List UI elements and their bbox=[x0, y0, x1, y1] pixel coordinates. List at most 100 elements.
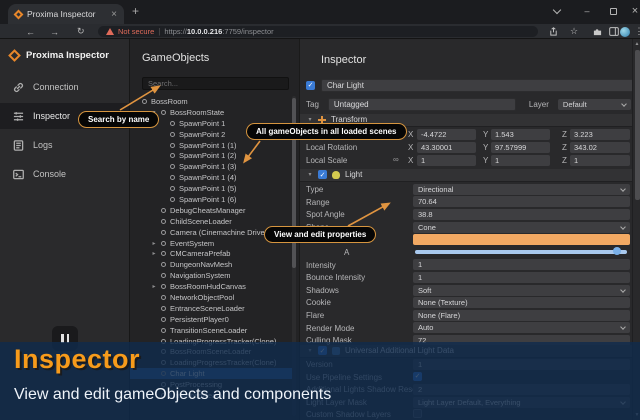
light-title: Light bbox=[345, 170, 362, 179]
tree-item[interactable]: PersistentPlayer0 bbox=[130, 314, 292, 325]
gameobject-icon bbox=[170, 197, 175, 202]
tree-item[interactable]: SpawnPoint 1 (5) bbox=[130, 183, 292, 194]
tutorial-overlay: Inspector View and edit gameObjects and … bbox=[0, 342, 640, 420]
tree-item[interactable]: SpawnPoint 1 (6) bbox=[130, 194, 292, 205]
share-icon[interactable] bbox=[546, 25, 560, 38]
tree-item[interactable]: EntranceSceneLoader bbox=[130, 303, 292, 314]
property-select[interactable]: Directional bbox=[413, 184, 630, 195]
gameobject-icon bbox=[161, 110, 166, 115]
tree-item[interactable]: ▸ CMCameraPrefab bbox=[130, 248, 292, 259]
expand-closed-icon[interactable]: ▸ bbox=[151, 283, 157, 290]
z-value-field[interactable]: 1 bbox=[570, 155, 630, 166]
gameobject-icon bbox=[161, 219, 166, 224]
link-scale-icon[interactable]: ∞ bbox=[393, 155, 399, 164]
tag-field[interactable] bbox=[328, 98, 516, 111]
property-value: 38.8 bbox=[418, 210, 433, 219]
tree-item-label: EntranceSceneLoader bbox=[170, 304, 245, 313]
tree-item[interactable]: ▸BossRoomHudCanvas bbox=[130, 281, 292, 292]
tree-item[interactable]: SpawnPoint 1 (1) bbox=[130, 140, 292, 151]
sidebar-item-console[interactable]: Console bbox=[0, 161, 129, 187]
profile-chevron-icon[interactable] bbox=[548, 3, 566, 19]
property-select[interactable]: Soft bbox=[413, 285, 630, 296]
browser-tab[interactable]: Proxima Inspector × bbox=[8, 4, 124, 24]
x-value-field[interactable]: -4.4722 bbox=[417, 129, 476, 140]
object-name-field[interactable] bbox=[321, 79, 634, 92]
light-enabled-checkbox[interactable]: ✓ bbox=[318, 170, 327, 179]
gameobject-icon bbox=[161, 317, 166, 322]
tree-item[interactable]: SpawnPoint 1 (4) bbox=[130, 172, 292, 183]
tree-item[interactable]: DungeonNavMesh bbox=[130, 259, 292, 270]
new-tab-button[interactable]: + bbox=[132, 4, 139, 18]
sidebar-item-label: Console bbox=[33, 169, 66, 179]
property-label: Intensity bbox=[306, 261, 336, 270]
tree-item[interactable]: NetworkObjectPool bbox=[130, 292, 292, 303]
url-field[interactable]: Not secure | https://10.0.0.216:7759/ins… bbox=[98, 26, 538, 37]
z-value-field[interactable]: 343.02 bbox=[570, 142, 630, 153]
tree-item[interactable]: NavigationSystem bbox=[130, 270, 292, 281]
alpha-slider[interactable] bbox=[415, 250, 627, 254]
tree-item-label: TransitionSceneLoader bbox=[170, 326, 247, 335]
object-enabled-checkbox[interactable]: ✓ bbox=[306, 81, 315, 90]
sidebar-item-label: Inspector bbox=[33, 111, 70, 121]
bookmark-star-icon[interactable]: ☆ bbox=[567, 25, 581, 38]
profile-avatar[interactable] bbox=[620, 27, 630, 37]
tree-item[interactable]: DebugCheatsManager bbox=[130, 205, 292, 216]
back-icon[interactable]: ← bbox=[26, 24, 35, 39]
x-value-field[interactable]: 43.30001 bbox=[417, 142, 476, 153]
axis-label: X bbox=[408, 156, 413, 165]
axis-label: Y bbox=[483, 130, 488, 139]
gameobject-icon bbox=[161, 284, 166, 289]
property-field[interactable]: 1 bbox=[413, 272, 630, 283]
tree-item[interactable]: SpawnPoint 1 (2) bbox=[130, 150, 292, 161]
reload-icon[interactable]: ↻ bbox=[77, 24, 85, 39]
property-field[interactable]: 38.8 bbox=[413, 209, 630, 220]
color-swatch[interactable] bbox=[413, 234, 630, 245]
property-select[interactable]: Cone bbox=[413, 222, 630, 233]
y-value-field[interactable]: 97.57999 bbox=[491, 142, 550, 153]
tree-item-label: SpawnPoint 1 (6) bbox=[179, 195, 237, 204]
slider-handle[interactable] bbox=[613, 247, 621, 255]
gameobject-icon bbox=[170, 121, 175, 126]
y-value-field[interactable]: 1 bbox=[491, 155, 550, 166]
y-value-field[interactable]: 1.543 bbox=[491, 129, 550, 140]
axis-label: Z bbox=[562, 156, 567, 165]
tree-item[interactable]: ChildSceneLoader bbox=[130, 216, 292, 227]
tag-layer-row: Tag Layer Default bbox=[306, 97, 634, 111]
tree-item-label: CMCameraPrefab bbox=[170, 249, 230, 258]
gameobject-icon bbox=[170, 143, 175, 148]
search-input[interactable] bbox=[142, 77, 289, 90]
collapse-arrow-icon[interactable]: ▾ bbox=[307, 171, 313, 178]
sidebar-item-label: Connection bbox=[33, 82, 79, 92]
expand-closed-icon[interactable]: ▸ bbox=[151, 240, 157, 247]
property-field[interactable]: None (Flare) bbox=[413, 310, 630, 321]
property-row: FlareNone (Flare) bbox=[300, 309, 640, 322]
url-text: https://10.0.0.216:7759/inspector bbox=[164, 27, 273, 36]
layer-select[interactable]: Default bbox=[558, 99, 631, 110]
expand-closed-icon[interactable]: ▸ bbox=[151, 250, 157, 257]
light-section-header[interactable]: ▾ ✓ Light bbox=[300, 169, 632, 182]
property-field[interactable]: None (Texture) bbox=[413, 297, 630, 308]
side-panel-icon[interactable] bbox=[607, 25, 621, 38]
property-value: Directional bbox=[418, 185, 453, 194]
property-field[interactable]: 1 bbox=[413, 259, 630, 270]
window-close-button[interactable]: × bbox=[626, 3, 640, 19]
gameobject-icon bbox=[170, 164, 175, 169]
property-field[interactable]: 70.64 bbox=[413, 196, 630, 207]
sidebar-item-logs[interactable]: Logs bbox=[0, 132, 129, 158]
z-value-field[interactable]: 3.223 bbox=[570, 129, 630, 140]
proxima-logo-icon bbox=[8, 49, 21, 62]
window-minimize-button[interactable]: – bbox=[578, 3, 596, 19]
browser-menu-icon[interactable]: ⋮ bbox=[632, 25, 640, 38]
tree-item[interactable]: TransitionSceneLoader bbox=[130, 325, 292, 336]
tree-item[interactable]: BossRoom bbox=[130, 96, 292, 107]
chevron-down-icon bbox=[620, 186, 626, 192]
tree-item[interactable]: SpawnPoint 1 (3) bbox=[130, 161, 292, 172]
gameobject-icon bbox=[161, 262, 166, 267]
extension-icon[interactable] bbox=[590, 25, 604, 38]
forward-icon[interactable]: → bbox=[50, 24, 59, 39]
window-maximize-button[interactable] bbox=[604, 3, 622, 19]
sidebar-item-connection[interactable]: Connection bbox=[0, 74, 129, 100]
x-value-field[interactable]: 1 bbox=[417, 155, 476, 166]
property-select[interactable]: Auto bbox=[413, 322, 630, 333]
tab-close-icon[interactable]: × bbox=[111, 9, 117, 20]
